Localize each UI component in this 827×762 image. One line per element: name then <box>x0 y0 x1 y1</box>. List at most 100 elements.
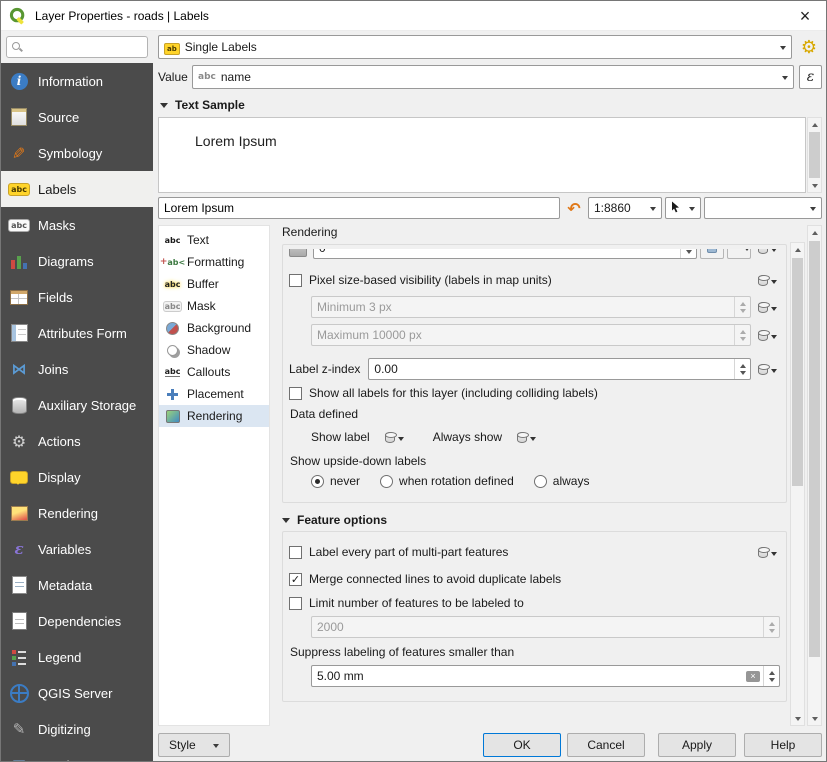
spin-up-icon[interactable] <box>764 617 779 627</box>
sample-background-select[interactable] <box>704 197 822 219</box>
sidebar-item-3d-view[interactable]: 3D View <box>1 747 153 761</box>
tab-formatting[interactable]: Formatting <box>159 251 269 273</box>
spin-up-icon[interactable] <box>735 359 750 369</box>
sidebar-item-legend[interactable]: Legend <box>1 639 153 675</box>
scrollbar-track[interactable] <box>808 131 821 179</box>
ok-button[interactable]: OK <box>483 733 561 757</box>
spin-up-icon[interactable] <box>735 297 750 307</box>
data-defined-override-button[interactable] <box>755 325 780 345</box>
clear-value-icon[interactable] <box>746 671 760 682</box>
z-index-spinbox[interactable] <box>368 358 751 380</box>
sidebar-item-symbology[interactable]: Symbology <box>1 135 153 171</box>
max-pixel-input[interactable] <box>312 328 734 342</box>
tab-rendering[interactable]: Rendering <box>159 405 269 427</box>
data-defined-override-button[interactable] <box>755 270 780 290</box>
sidebar-item-masks[interactable]: Masks <box>1 207 153 243</box>
suppress-size-spinbox[interactable] <box>311 665 780 687</box>
labels-page-scrollbar[interactable] <box>807 225 822 726</box>
spin-up-icon[interactable] <box>735 325 750 335</box>
sidebar-item-display[interactable]: Display <box>1 459 153 495</box>
sidebar-item-auxiliary-storage[interactable]: Auxiliary Storage <box>1 387 153 423</box>
tab-text[interactable]: Text <box>159 229 269 251</box>
label-type-select[interactable]: Single Labels <box>158 35 792 59</box>
max-pixel-spinbox[interactable] <box>311 324 751 346</box>
sidebar-item-qgis-server[interactable]: QGIS Server <box>1 675 153 711</box>
sidebar-item-variables[interactable]: Variables <box>1 531 153 567</box>
spinner-buttons[interactable] <box>763 666 779 686</box>
spinner-buttons[interactable] <box>763 617 779 637</box>
scroll-up-button[interactable] <box>808 118 821 131</box>
spin-down-icon[interactable] <box>764 676 779 686</box>
suppress-size-input[interactable] <box>312 669 746 683</box>
spin-down-icon[interactable] <box>735 307 750 317</box>
radio-always[interactable]: always <box>534 474 590 488</box>
min-pixel-input[interactable] <box>312 300 734 314</box>
scale-visibility-input[interactable] <box>314 249 680 255</box>
sidebar-item-attributes-form[interactable]: Attributes Form <box>1 315 153 351</box>
sidebar-item-diagrams[interactable]: Diagrams <box>1 243 153 279</box>
spin-up-icon[interactable] <box>764 666 779 676</box>
sidebar-item-rendering[interactable]: Rendering <box>1 495 153 531</box>
sample-map-settings-button[interactable] <box>665 197 701 219</box>
spinner-buttons[interactable] <box>680 249 696 258</box>
spin-down-icon[interactable] <box>735 369 750 379</box>
data-defined-override-button[interactable] <box>514 427 539 447</box>
tab-mask[interactable]: Mask <box>159 295 269 317</box>
data-defined-override-button[interactable] <box>755 297 780 317</box>
text-sample-scrollbar[interactable] <box>807 117 822 193</box>
limit-features-checkbox[interactable]: Limit number of features to be labeled t… <box>289 596 524 610</box>
sample-scale-select[interactable]: 1:8860 <box>588 197 662 219</box>
radio-never[interactable]: never <box>311 474 360 488</box>
scrollbar-thumb[interactable] <box>792 258 803 486</box>
sidebar-item-actions[interactable]: Actions <box>1 423 153 459</box>
reset-sample-button[interactable] <box>563 197 585 219</box>
rendering-panel-scrollbar[interactable] <box>790 242 805 726</box>
scale-options-button[interactable] <box>727 249 751 259</box>
text-sample-section-header[interactable]: Text Sample <box>160 98 822 112</box>
expression-dialog-button[interactable] <box>799 65 822 89</box>
data-defined-override-button[interactable] <box>755 542 780 562</box>
tab-placement[interactable]: Placement <box>159 383 269 405</box>
tab-background[interactable]: Background <box>159 317 269 339</box>
scroll-down-button[interactable] <box>808 179 821 192</box>
scrollbar-track[interactable] <box>791 256 804 712</box>
scroll-up-button[interactable] <box>808 226 821 239</box>
sidebar-item-metadata[interactable]: Metadata <box>1 567 153 603</box>
sidebar-item-digitizing[interactable]: Digitizing <box>1 711 153 747</box>
min-pixel-spinbox[interactable] <box>311 296 751 318</box>
scrollbar-thumb[interactable] <box>809 241 820 657</box>
data-defined-override-button[interactable] <box>755 249 780 258</box>
merge-connected-lines-checkbox[interactable]: Merge connected lines to avoid duplicate… <box>289 572 561 586</box>
scrollbar-thumb[interactable] <box>809 132 820 178</box>
help-button[interactable]: Help <box>744 733 822 757</box>
limit-features-input[interactable] <box>312 620 763 634</box>
scrollbar-track[interactable] <box>808 239 821 712</box>
label-every-part-checkbox[interactable]: Label every part of multi-part features <box>289 545 508 559</box>
sidebar-item-fields[interactable]: Fields <box>1 279 153 315</box>
spin-down-icon[interactable] <box>681 249 696 258</box>
sidebar-item-information[interactable]: Information <box>1 63 153 99</box>
data-defined-override-button[interactable] <box>382 427 407 447</box>
scroll-up-button[interactable] <box>791 243 804 256</box>
apply-button[interactable]: Apply <box>658 733 736 757</box>
data-defined-override-button[interactable] <box>755 359 780 379</box>
style-menu-button[interactable]: Style <box>158 733 230 757</box>
value-field-select[interactable]: abc name <box>192 65 794 89</box>
sidebar-search-input[interactable] <box>27 40 143 54</box>
limit-features-spinbox[interactable] <box>311 616 780 638</box>
z-index-input[interactable] <box>369 362 734 376</box>
pixel-visibility-checkbox[interactable]: Pixel size-based visibility (labels in m… <box>289 273 552 287</box>
radio-when-rotation-defined[interactable]: when rotation defined <box>380 474 514 488</box>
labeling-engine-settings-button[interactable] <box>796 35 822 59</box>
set-to-current-scale-button[interactable] <box>700 249 724 259</box>
tab-callouts[interactable]: Callouts <box>159 361 269 383</box>
spinner-buttons[interactable] <box>734 325 750 345</box>
feature-options-section-header[interactable]: Feature options <box>282 513 787 527</box>
close-button[interactable] <box>792 4 818 28</box>
scale-visibility-spinbox[interactable] <box>313 249 697 259</box>
spin-down-icon[interactable] <box>735 335 750 345</box>
spinner-buttons[interactable] <box>734 359 750 379</box>
cancel-button[interactable]: Cancel <box>567 733 645 757</box>
sidebar-item-dependencies[interactable]: Dependencies <box>1 603 153 639</box>
tab-buffer[interactable]: Buffer <box>159 273 269 295</box>
